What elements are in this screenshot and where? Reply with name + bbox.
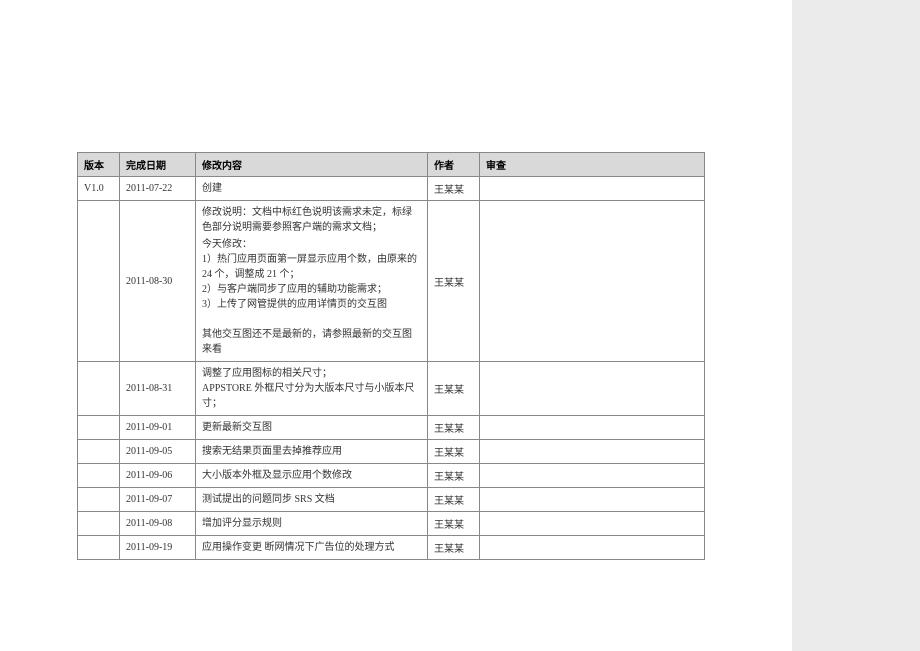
document-page: 版本 完成日期 修改内容 作者 审查 V1.0 2011-07-22 创建 王某… bbox=[62, 0, 722, 651]
cell-author: 王某某 bbox=[428, 464, 480, 488]
content-line: 3）上传了网管提供的应用详情页的交互图 bbox=[202, 297, 421, 312]
header-date: 完成日期 bbox=[120, 153, 196, 177]
cell-review bbox=[480, 362, 705, 416]
cell-date: 2011-09-19 bbox=[120, 536, 196, 560]
header-author: 作者 bbox=[428, 153, 480, 177]
content-line bbox=[202, 312, 421, 327]
cell-version bbox=[78, 201, 120, 362]
content-line: 修改说明：文档中标红色说明该需求未定，标绿色部分说明需要参照客户端的需求文档； bbox=[202, 205, 421, 235]
cell-version bbox=[78, 440, 120, 464]
cell-review bbox=[480, 464, 705, 488]
cell-content: 增加评分显示规则 bbox=[196, 512, 428, 536]
cell-version: V1.0 bbox=[78, 177, 120, 201]
cell-date: 2011-09-08 bbox=[120, 512, 196, 536]
cell-author: 王某某 bbox=[428, 177, 480, 201]
cell-content: 应用操作变更 断网情况下广告位的处理方式 bbox=[196, 536, 428, 560]
cell-content: 搜索无结果页面里去掉推荐应用 bbox=[196, 440, 428, 464]
cell-version bbox=[78, 536, 120, 560]
change-history-table: 版本 完成日期 修改内容 作者 审查 V1.0 2011-07-22 创建 王某… bbox=[77, 152, 705, 560]
content-line: 1）热门应用页面第一屏显示应用个数，由原来的 24 个，调整成 21 个； bbox=[202, 252, 421, 282]
table-row: 2011-09-19 应用操作变更 断网情况下广告位的处理方式 王某某 bbox=[78, 536, 705, 560]
table-row: 2011-09-06 大小版本外框及显示应用个数修改 王某某 bbox=[78, 464, 705, 488]
cell-content: 大小版本外框及显示应用个数修改 bbox=[196, 464, 428, 488]
cell-version bbox=[78, 416, 120, 440]
cell-author: 王某某 bbox=[428, 440, 480, 464]
table-row: 2011-08-30 修改说明：文档中标红色说明该需求未定，标绿色部分说明需要参… bbox=[78, 201, 705, 362]
cell-date: 2011-09-05 bbox=[120, 440, 196, 464]
content-line: 2）与客户端同步了应用的辅助功能需求； bbox=[202, 282, 421, 297]
cell-author: 王某某 bbox=[428, 512, 480, 536]
cell-review bbox=[480, 512, 705, 536]
cell-version bbox=[78, 512, 120, 536]
cell-date: 2011-09-06 bbox=[120, 464, 196, 488]
content-line: 调整了应用图标的相关尺寸； bbox=[202, 366, 421, 381]
cell-author: 王某某 bbox=[428, 536, 480, 560]
content-line: 其他交互图还不是最新的，请参照最新的交互图来看 bbox=[202, 327, 421, 357]
table-row: 2011-09-01 更新最新交互图 王某某 bbox=[78, 416, 705, 440]
cell-content: 修改说明：文档中标红色说明该需求未定，标绿色部分说明需要参照客户端的需求文档； … bbox=[196, 201, 428, 362]
header-content: 修改内容 bbox=[196, 153, 428, 177]
cell-content: 调整了应用图标的相关尺寸； APPSTORE 外框尺寸分为大版本尺寸与小版本尺寸… bbox=[196, 362, 428, 416]
side-panel bbox=[792, 0, 920, 651]
content-line: APPSTORE 外框尺寸分为大版本尺寸与小版本尺寸； bbox=[202, 381, 421, 411]
cell-author: 王某某 bbox=[428, 488, 480, 512]
cell-review bbox=[480, 536, 705, 560]
cell-author: 王某某 bbox=[428, 201, 480, 362]
table-row: 2011-09-07 测试提出的问题同步 SRS 文档 王某某 bbox=[78, 488, 705, 512]
table-header-row: 版本 完成日期 修改内容 作者 审查 bbox=[78, 153, 705, 177]
table-row: V1.0 2011-07-22 创建 王某某 bbox=[78, 177, 705, 201]
cell-review bbox=[480, 201, 705, 362]
cell-author: 王某某 bbox=[428, 416, 480, 440]
cell-review bbox=[480, 416, 705, 440]
header-review: 审查 bbox=[480, 153, 705, 177]
cell-version bbox=[78, 464, 120, 488]
cell-author: 王某某 bbox=[428, 362, 480, 416]
content-line: 今天修改： bbox=[202, 237, 421, 252]
cell-version bbox=[78, 362, 120, 416]
cell-review bbox=[480, 440, 705, 464]
cell-version bbox=[78, 488, 120, 512]
cell-date: 2011-09-01 bbox=[120, 416, 196, 440]
table-row: 2011-09-05 搜索无结果页面里去掉推荐应用 王某某 bbox=[78, 440, 705, 464]
cell-date: 2011-09-07 bbox=[120, 488, 196, 512]
cell-date: 2011-08-30 bbox=[120, 201, 196, 362]
cell-review bbox=[480, 177, 705, 201]
table-row: 2011-08-31 调整了应用图标的相关尺寸； APPSTORE 外框尺寸分为… bbox=[78, 362, 705, 416]
cell-date: 2011-08-31 bbox=[120, 362, 196, 416]
cell-content: 创建 bbox=[196, 177, 428, 201]
cell-content: 更新最新交互图 bbox=[196, 416, 428, 440]
cell-date: 2011-07-22 bbox=[120, 177, 196, 201]
header-version: 版本 bbox=[78, 153, 120, 177]
table-row: 2011-09-08 增加评分显示规则 王某某 bbox=[78, 512, 705, 536]
cell-review bbox=[480, 488, 705, 512]
cell-content: 测试提出的问题同步 SRS 文档 bbox=[196, 488, 428, 512]
